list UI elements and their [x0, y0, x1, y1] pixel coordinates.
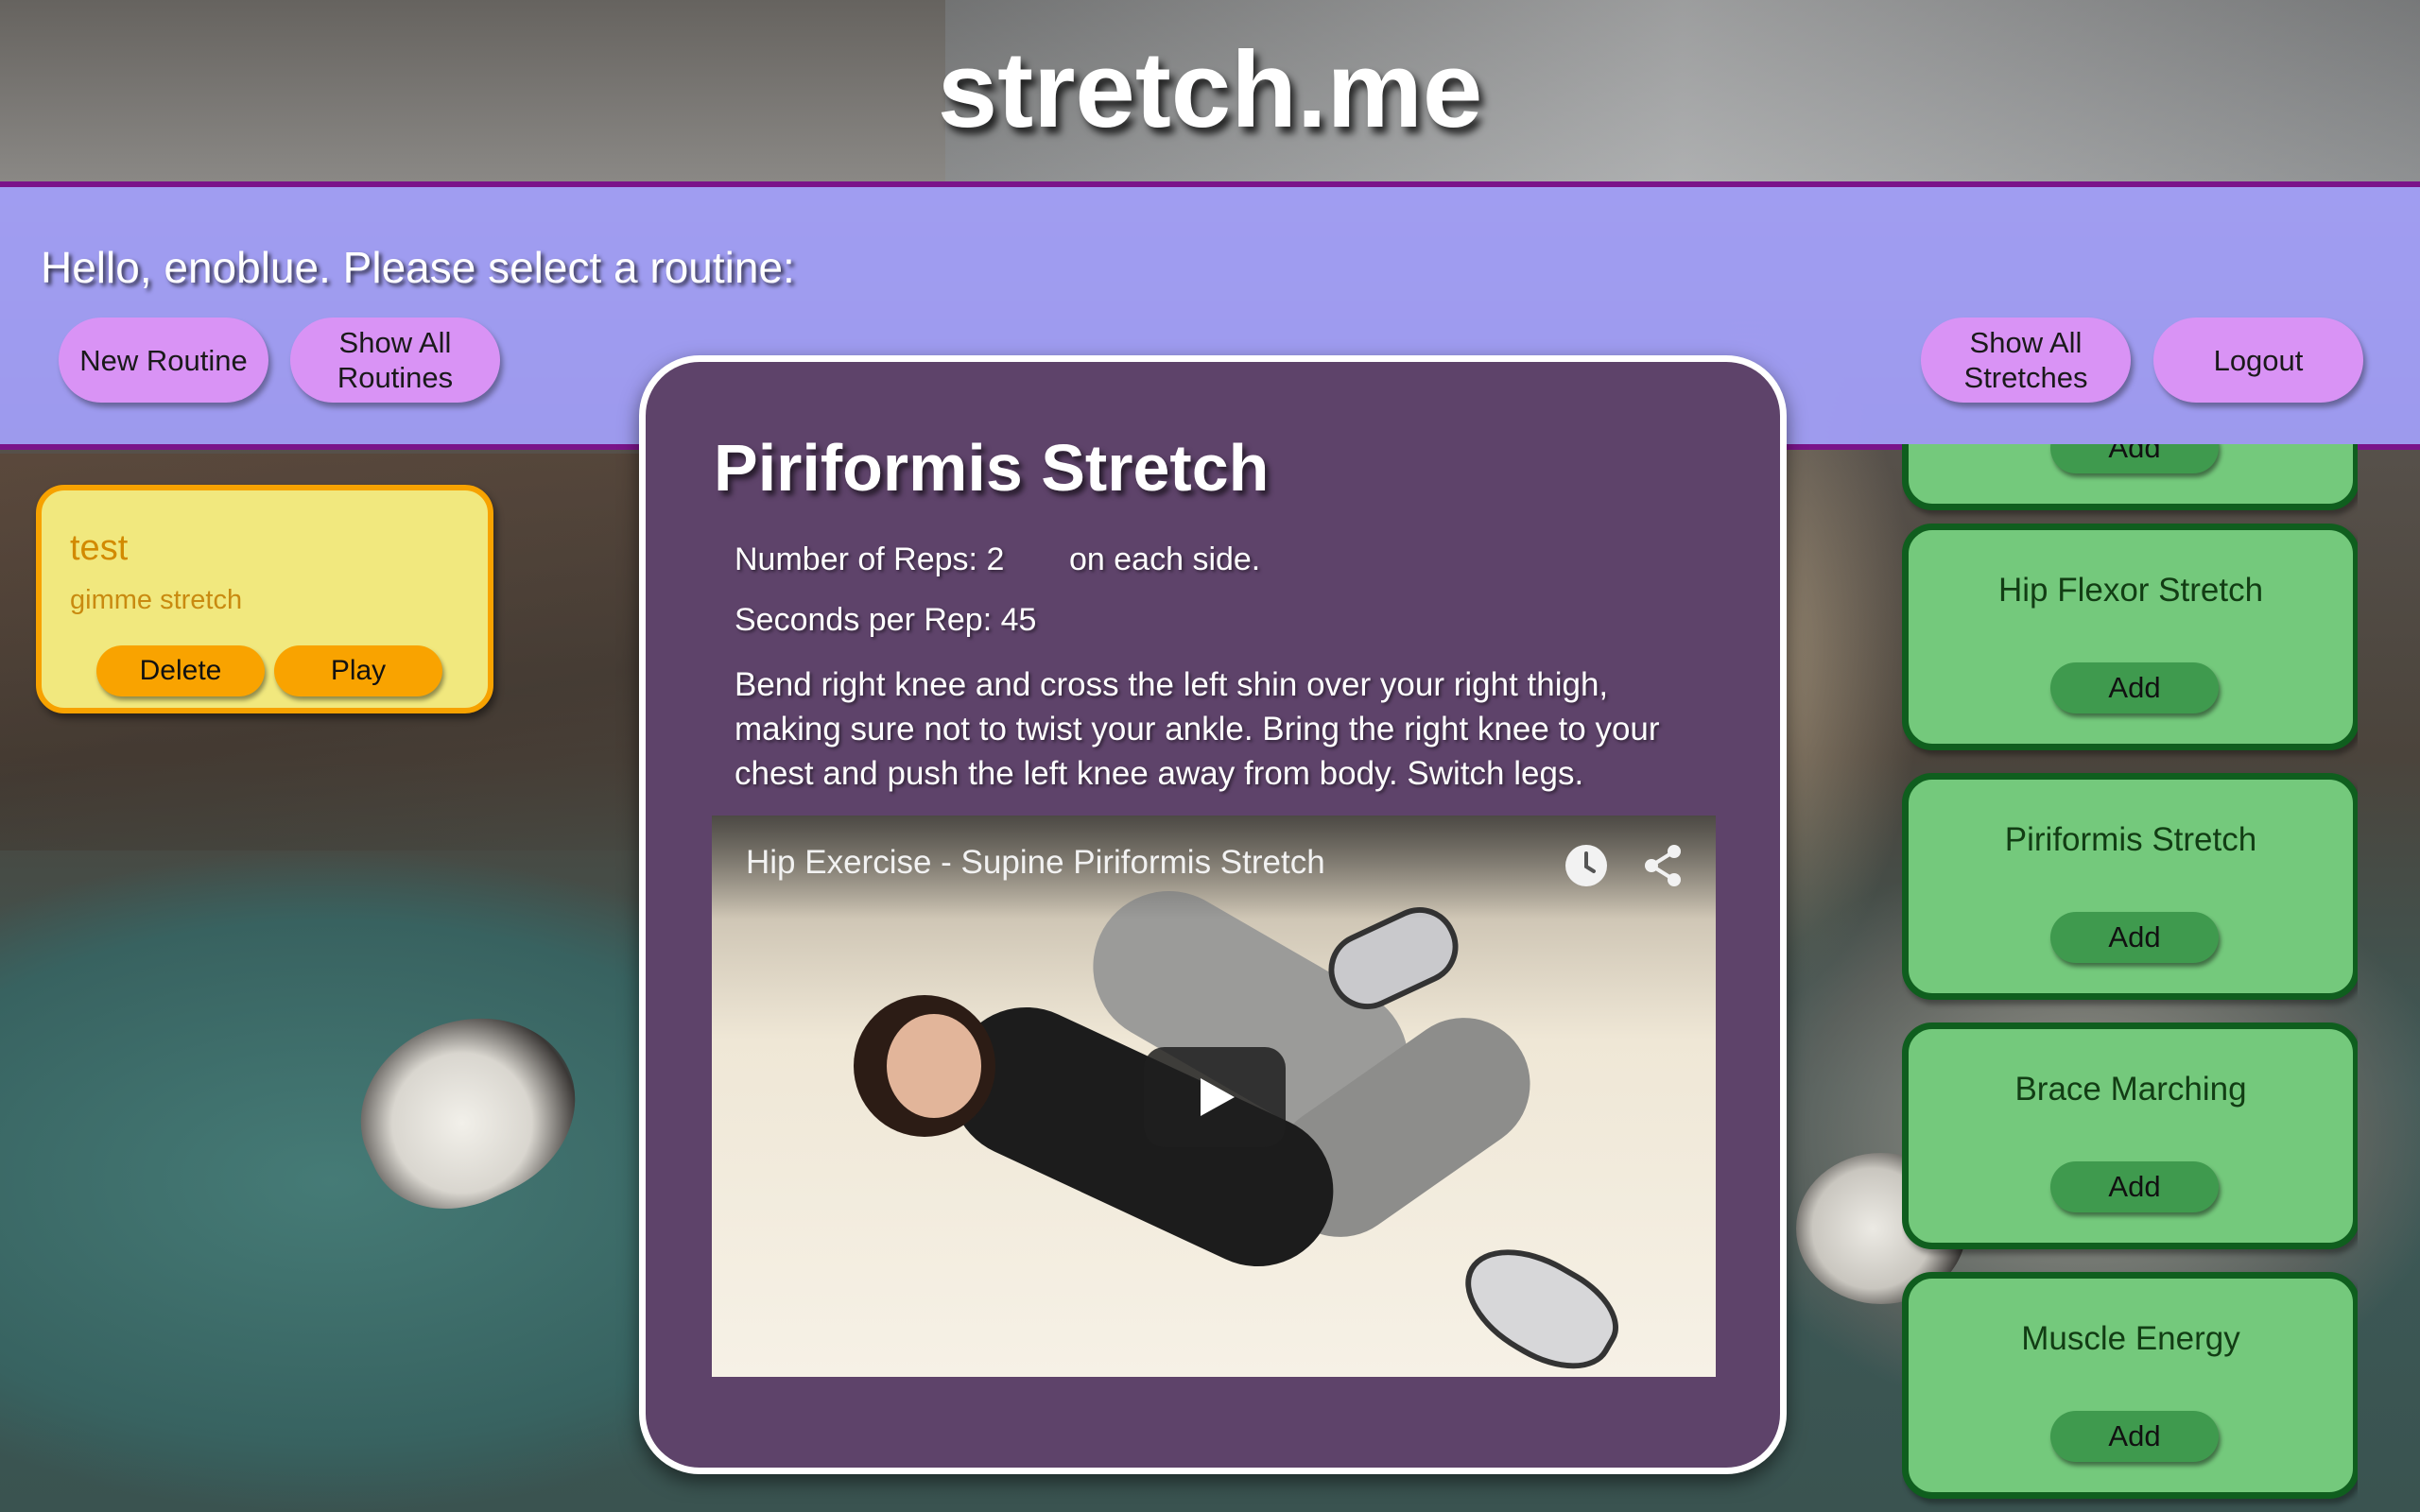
stretch-card-piriformis: Piriformis Stretch Add: [1902, 773, 2358, 1000]
video-player[interactable]: Hip Exercise - Supine Piriformis Stretch: [712, 816, 1716, 1377]
video-frame-face: [887, 1014, 981, 1118]
video-title[interactable]: Hip Exercise - Supine Piriformis Stretch: [746, 844, 1325, 882]
stretch-add-button[interactable]: Add: [2050, 912, 2219, 963]
stretch-name: Piriformis Stretch: [2004, 821, 2257, 858]
show-all-routines-button[interactable]: Show All Routines: [290, 318, 500, 403]
play-video-button[interactable]: [1144, 1047, 1286, 1147]
reps-count: Number of Reps: 2: [735, 541, 1005, 577]
stretch-name: Muscle Energy: [2021, 1320, 2240, 1357]
modal-title: Piriformis Stretch: [714, 431, 1270, 505]
seconds-per-rep: Seconds per Rep: 45: [735, 602, 1037, 638]
show-all-stretches-label-1: Show All: [1969, 326, 2083, 359]
stretch-add-button-partial[interactable]: Add: [2050, 444, 2219, 473]
show-all-stretches-label-2: Stretches: [1963, 361, 2088, 394]
show-all-stretches-button[interactable]: Show All Stretches: [1921, 318, 2131, 403]
logout-button[interactable]: Logout: [2153, 318, 2363, 403]
new-routine-button[interactable]: New Routine: [59, 318, 268, 403]
show-all-routines-label-1: Show All: [338, 326, 452, 359]
play-icon: [1201, 1078, 1235, 1116]
greeting: Hello, enoblue. Please select a routine:: [41, 243, 795, 292]
clock-icon[interactable]: [1563, 842, 1610, 889]
play-routine-button[interactable]: Play: [274, 645, 442, 696]
stretch-description: Bend right knee and cross the left shin …: [735, 666, 1660, 792]
stretch-card-hip-flexor: Hip Flexor Stretch Add: [1902, 524, 2358, 750]
stretch-name: Brace Marching: [2014, 1071, 2247, 1108]
stretch-card-partial: Add: [1902, 444, 2358, 510]
show-all-routines-label-2: Routines: [337, 361, 454, 394]
stretch-add-button[interactable]: Add: [2050, 1411, 2219, 1462]
routine-description: gimme stretch: [70, 585, 243, 615]
video-frame-shoe: [1445, 1225, 1634, 1377]
stretch-add-button[interactable]: Add: [2050, 1161, 2219, 1212]
stretch-list[interactable]: Add Hip Flexor Stretch Add Piriformis St…: [1902, 444, 2358, 1512]
delete-routine-button[interactable]: Delete: [96, 645, 265, 696]
stretch-add-button[interactable]: Add: [2050, 662, 2219, 713]
new-routine-label: New Routine: [79, 343, 248, 377]
routine-name: test: [70, 528, 129, 568]
share-icon[interactable]: [1640, 842, 1687, 889]
logout-label: Logout: [2213, 343, 2304, 377]
stretch-name: Hip Flexor Stretch: [1997, 572, 2264, 609]
routine-card[interactable]: test gimme stretch Delete Play: [36, 485, 493, 713]
stretch-detail-modal: Piriformis Stretch Number of Reps: 2 on …: [639, 355, 1787, 1474]
stretch-card-brace-marching: Brace Marching Add: [1902, 1022, 2358, 1249]
reps-note: on each side.: [1069, 541, 1261, 577]
site-title: stretch.me: [937, 30, 1483, 150]
background-cat-paw: [331, 983, 605, 1238]
stretch-card-muscle-energy: Muscle Energy Add: [1902, 1272, 2358, 1499]
